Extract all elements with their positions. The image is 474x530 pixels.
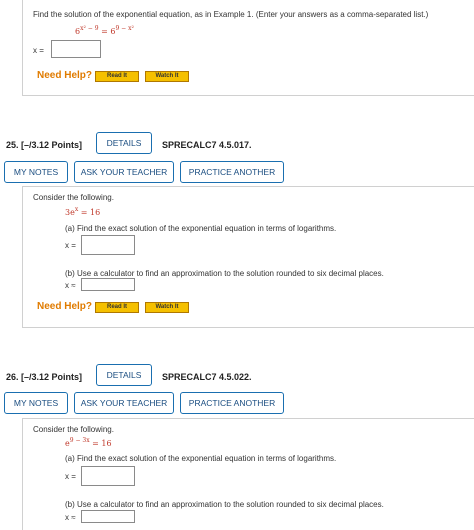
question-number: 26. (6, 372, 19, 382)
question-24-prompt: Find the solution of the exponential equ… (33, 10, 429, 19)
part-a-label: x = (65, 241, 76, 250)
watch-it-button[interactable]: Watch It (145, 71, 189, 82)
question-25-number: 25. [–/3.12 Points] (6, 140, 82, 150)
question-25-code: SPRECALC7 4.5.017. (162, 140, 252, 150)
question-25-card: Consider the following. 3ex = 16 (a) Fin… (22, 186, 474, 328)
question-26-card: Consider the following. e9 − 3x = 16 (a)… (22, 418, 474, 530)
eq-exponent: 9 − 3x (69, 437, 90, 444)
read-it-button[interactable]: Read It (95, 71, 139, 82)
eq-left-exponent: x² − 9 (80, 25, 99, 32)
part-b-text: (b) Use a calculator to find an approxim… (65, 500, 384, 509)
part-a-text: (a) Find the exact solution of the expon… (65, 224, 337, 233)
answer-label: x = (33, 46, 44, 55)
answer-input[interactable] (51, 40, 101, 58)
details-button[interactable]: DETAILS (96, 132, 152, 154)
consider-text: Consider the following. (33, 193, 114, 202)
eq-exponent: x (74, 206, 79, 213)
ask-teacher-button[interactable]: ASK YOUR TEACHER (74, 161, 174, 183)
part-b-text: (b) Use a calculator to find an approxim… (65, 269, 384, 278)
question-24-equation: 6x² − 9 = 69 − x² (75, 25, 134, 36)
details-button[interactable]: DETAILS (96, 364, 152, 386)
read-it-button[interactable]: Read It (95, 302, 139, 313)
watch-it-button[interactable]: Watch It (145, 302, 189, 313)
part-b-label: x ≈ (65, 281, 76, 290)
need-help-label: Need Help? (37, 70, 93, 81)
eq-right-exponent: 9 − x² (115, 25, 134, 32)
part-b-input[interactable] (81, 278, 135, 291)
question-points: [–/3.12 Points] (21, 140, 83, 150)
question-24-card: Find the solution of the exponential equ… (22, 0, 474, 96)
eq-base: 3e (65, 208, 75, 217)
practice-another-button[interactable]: PRACTICE ANOTHER (180, 161, 284, 183)
part-b-label: x ≈ (65, 513, 76, 522)
part-a-input[interactable] (81, 235, 135, 255)
eq-rest: = 16 (78, 208, 101, 217)
part-b-input[interactable] (81, 510, 135, 523)
part-a-text: (a) Find the exact solution of the expon… (65, 454, 337, 463)
ask-teacher-button[interactable]: ASK YOUR TEACHER (74, 392, 174, 414)
question-25-equation: 3ex = 16 (65, 206, 101, 217)
question-26-header: 26. [–/3.12 Points] DETAILS SPRECALC7 4.… (0, 358, 474, 422)
my-notes-button[interactable]: MY NOTES (4, 392, 68, 414)
my-notes-button[interactable]: MY NOTES (4, 161, 68, 183)
eq-equals: = (98, 27, 111, 36)
question-26-equation: e9 − 3x = 16 (65, 437, 112, 448)
part-a-input[interactable] (81, 466, 135, 486)
question-25-header: 25. [–/3.12 Points] DETAILS SPRECALC7 4.… (0, 126, 474, 190)
eq-rest: = 16 (89, 439, 112, 448)
question-number: 25. (6, 140, 19, 150)
practice-another-button[interactable]: PRACTICE ANOTHER (180, 392, 284, 414)
question-26-number: 26. [–/3.12 Points] (6, 372, 82, 382)
consider-text: Consider the following. (33, 425, 114, 434)
part-a-label: x = (65, 472, 76, 481)
question-26-code: SPRECALC7 4.5.022. (162, 372, 252, 382)
question-points: [–/3.12 Points] (21, 372, 83, 382)
need-help-label: Need Help? (37, 301, 93, 312)
